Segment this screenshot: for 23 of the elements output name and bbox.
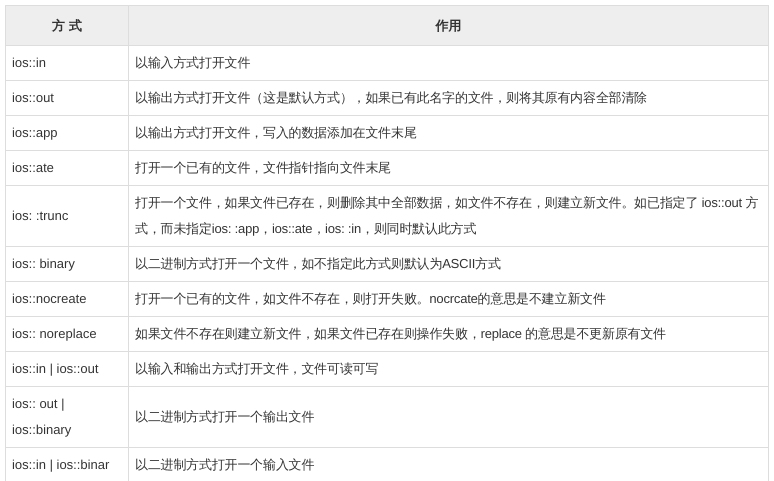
table-cell: 以二进制方式打开一个输出文件 (128, 386, 768, 448)
table-cell: 打开一个文件，如果文件已存在，则删除其中全部数据，如文件不存在，则建立新文件。如已指定了 ios::out 方式，而未指定ios: :app，ios::ate，ios: :in，则同时默认此方式 (128, 186, 768, 246)
table-cell: 以输入和输出方式打开文件，文件可读可写 (128, 352, 768, 386)
table-cell: ios::in (6, 46, 128, 80)
column-header: 作用 (128, 6, 768, 46)
table-cell: ios::in | ios::binar (6, 448, 128, 481)
table-cell: 打开一个已有的文件，文件指针指向文件末尾 (128, 150, 768, 186)
table-cell: 以二进制方式打开一个文件，如不指定此方式则默认为ASCII方式 (128, 246, 768, 282)
table-cell: 如果文件不存在则建立新文件，如果文件已存在则操作失败，replace 的意思是不更新原有文件 (128, 316, 768, 352)
table-cell: ios::ate (6, 150, 128, 186)
table-cell: ios:: out | ios::binary (6, 386, 128, 448)
table-cell: 以输出方式打开文件，写入的数据添加在文件末尾 (128, 116, 768, 150)
table-cell: 以输入方式打开文件 (128, 46, 768, 80)
table-cell: 打开一个已有的文件，如文件不存在，则打开失败。nocrcate的意思是不建立新文件 (128, 282, 768, 316)
table-cell: 以输出方式打开文件（这是默认方式），如果已有此名字的文件，则将其原有内容全部清除 (128, 80, 768, 116)
table-cell: ios: :trunc (6, 186, 128, 246)
table-cell: ios::in | ios::out (6, 352, 128, 386)
table-cell: ios:: noreplace (6, 316, 128, 352)
table-cell: ios::out (6, 80, 128, 116)
table-cell: ios::nocreate (6, 282, 128, 316)
column-header: 方 式 (6, 6, 128, 46)
table-cell: ios:: binary (6, 246, 128, 282)
table-cell: ios::app (6, 116, 128, 150)
